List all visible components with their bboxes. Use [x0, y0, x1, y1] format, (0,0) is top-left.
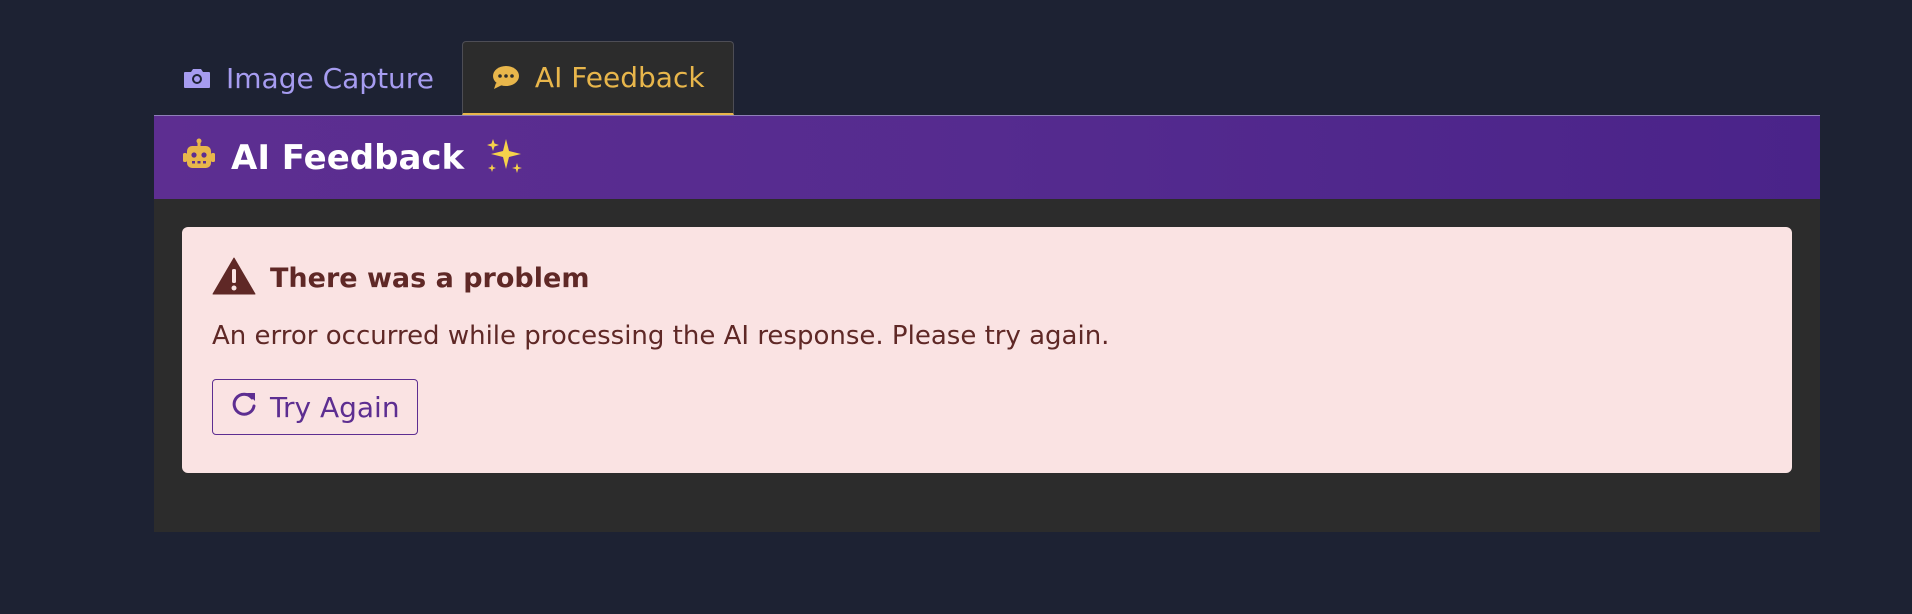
alert-title: There was a problem [270, 262, 590, 294]
panel-body: There was a problem An error occurred wh… [154, 199, 1820, 501]
robot-icon [181, 138, 217, 178]
comment-icon [491, 63, 521, 93]
tab-image-capture[interactable]: Image Capture [154, 41, 462, 115]
alert-message: An error occurred while processing the A… [212, 321, 1110, 351]
try-again-button[interactable]: Try Again [212, 379, 418, 435]
alert-heading: There was a problem [212, 257, 1762, 299]
tab-label: Image Capture [226, 61, 434, 95]
try-again-label: Try Again [270, 390, 400, 424]
panel-header: AI Feedback [154, 116, 1820, 199]
sparkles-icon [484, 135, 526, 181]
tab-bar: Image Capture AI Feedback [154, 40, 1820, 115]
error-alert: There was a problem An error occurred wh… [182, 227, 1792, 473]
camera-icon [182, 63, 212, 93]
tab-label: AI Feedback [534, 61, 705, 94]
app-container: Image Capture AI Feedback AI Feedback Th… [154, 40, 1820, 532]
feedback-panel: AI Feedback There was a problem An error… [154, 115, 1820, 532]
panel-title: AI Feedback [231, 137, 465, 178]
warning-icon [212, 257, 256, 299]
tab-ai-feedback[interactable]: AI Feedback [461, 41, 734, 115]
redo-icon [230, 390, 258, 425]
